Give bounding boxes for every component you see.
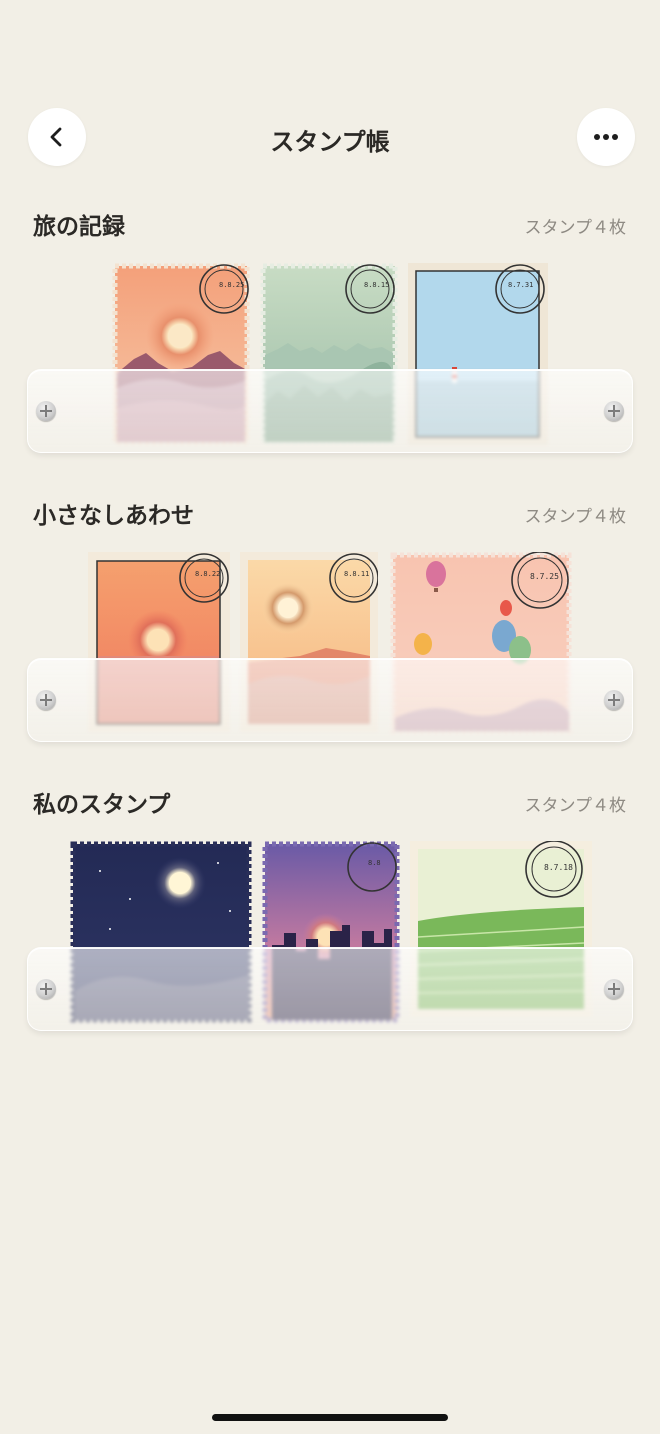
ellipsis-icon <box>594 134 618 140</box>
shelf <box>27 947 633 1031</box>
postmark-date: 8.8.15 <box>364 281 390 289</box>
screw-icon <box>604 401 624 421</box>
postmark-date: 8.8 <box>368 859 381 867</box>
stamp-section-travel: 旅の記録 スタンプ４枚 8.8.25 8.8.15 8.7.31 <box>0 207 660 457</box>
section-count: スタンプ４枚 <box>524 507 627 527</box>
section-count: スタンプ４枚 <box>524 796 627 816</box>
shelf <box>27 369 633 453</box>
screw-icon <box>604 690 624 710</box>
section-count: スタンプ４枚 <box>524 218 627 238</box>
screw-icon <box>36 979 56 999</box>
section-title: 小さなしあわせ <box>33 503 194 529</box>
screw-icon <box>36 401 56 421</box>
postmark-date: 8.8.22 <box>195 570 221 578</box>
postmark-date: 8.8.11 <box>344 570 370 578</box>
header-bar: スタンプ帳 <box>0 108 660 168</box>
postmark-date: 8.7.25 <box>530 572 559 581</box>
postmark-date: 8.7.18 <box>544 863 573 872</box>
section-title: 旅の記録 <box>33 214 125 240</box>
shelf <box>27 658 633 742</box>
postmark-date: 8.8.25 <box>219 281 245 289</box>
page-title: スタンプ帳 <box>270 128 390 156</box>
home-indicator[interactable] <box>212 1414 448 1421</box>
postmark-date: 8.7.31 <box>508 281 534 289</box>
more-button[interactable] <box>577 108 635 166</box>
section-title: 私のスタンプ <box>33 792 171 818</box>
stamp-section-happiness: 小さなしあわせ スタンプ４枚 8.8.22 8.8.11 8.7.25 <box>0 496 660 746</box>
stamp-section-mine: 私のスタンプ スタンプ４枚 8.8 8.7.18 <box>0 785 660 1035</box>
screw-icon <box>36 690 56 710</box>
screw-icon <box>604 979 624 999</box>
